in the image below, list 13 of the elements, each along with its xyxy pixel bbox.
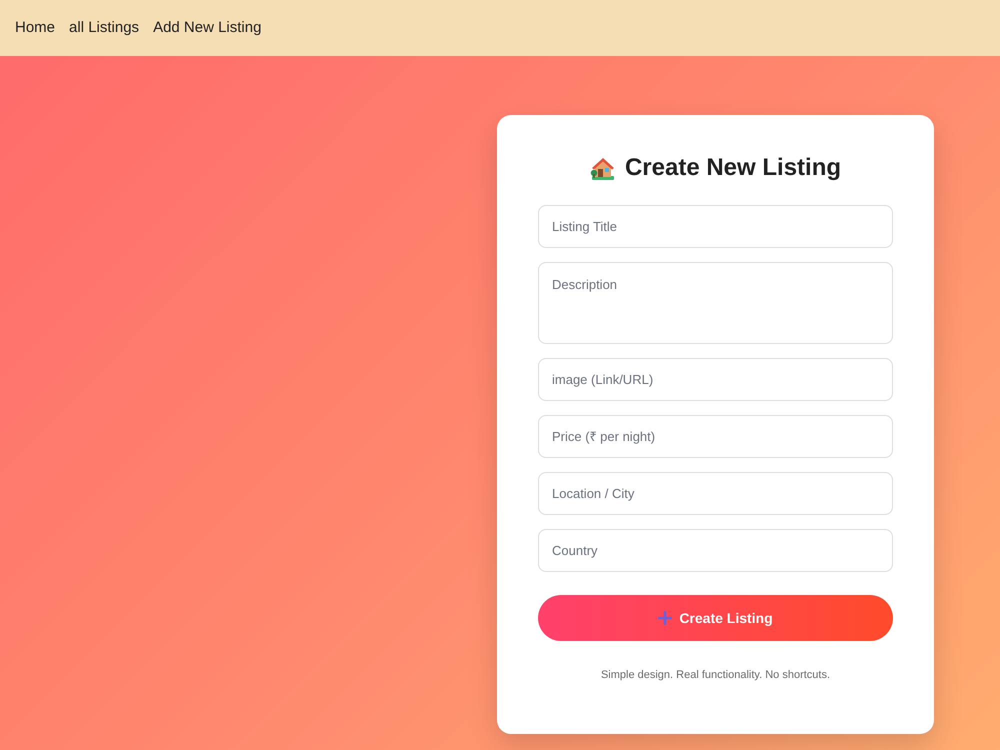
- input-field[interactable]: Listing Title: [538, 205, 893, 248]
- form-title: Create New Listing: [624, 153, 842, 183]
- input-field[interactable]: image (Link/URL): [538, 358, 893, 401]
- input-field[interactable]: Country: [538, 529, 893, 572]
- description-field[interactable]: Description: [538, 262, 893, 344]
- footnote-text: Simple design. Real functionality. No shortcuts.: [600, 668, 832, 683]
- nav-link[interactable]: all Listings: [69, 16, 140, 40]
- plus-icon: [658, 611, 672, 625]
- input-field[interactable]: Location / City: [538, 472, 893, 515]
- input-field[interactable]: Price (₹ per night): [538, 415, 893, 458]
- nav-link[interactable]: Add New Listing: [153, 16, 262, 40]
- house-icon: [590, 156, 616, 180]
- nav-link[interactable]: Home: [15, 16, 56, 40]
